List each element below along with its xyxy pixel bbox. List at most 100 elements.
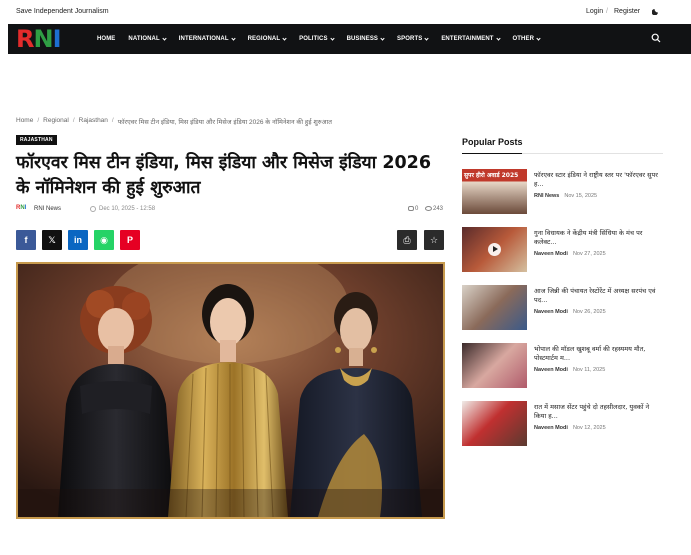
bookmark-button[interactable]: ☆ [424, 230, 444, 250]
popular-post-thumbnail[interactable] [462, 401, 527, 446]
popular-post-date: Nov 15, 2025 [564, 193, 598, 199]
register-link[interactable]: Register [614, 8, 640, 15]
nav-item-business[interactable]: BUSINESS [346, 35, 385, 42]
nav-item-national[interactable]: NATIONAL [128, 35, 167, 42]
popular-post-author[interactable]: Naveen Modi [534, 309, 568, 315]
popular-post-title[interactable]: रात में मसाज सेंटर पहुंचे दो तहसीलदार, य… [534, 403, 662, 421]
article-hero-image [16, 262, 445, 519]
breadcrumb-separator: / [111, 117, 114, 124]
popular-post-title[interactable]: आज जिन्नी की पंचायत रेस्टोरेंट में अध्यक… [534, 287, 662, 305]
popular-post-thumbnail[interactable] [462, 343, 527, 388]
star-icon: ☆ [429, 234, 439, 245]
comment-icon [408, 206, 414, 211]
nav-menu: HOME NATIONAL INTERNATIONAL REGIONAL POLITIC… [97, 24, 553, 54]
nav-item-label: BUSINESS [346, 36, 379, 42]
pinterest-icon: P [126, 235, 133, 245]
popular-post-author[interactable]: Naveen Modi [534, 367, 568, 373]
popular-post-date: Nov 26, 2025 [572, 309, 606, 315]
popular-post-title[interactable]: गुना विधायक ने केंद्रीय मंत्री सिंधिया क… [534, 229, 662, 247]
logo-letter-i: I [52, 25, 62, 53]
breadcrumb-current: फॉरएवर मिस टीन इंडिया, मिस इंडिया और मिस… [117, 119, 332, 126]
article-meta: RNI RNI News Dec 10, 2025 - 12:58 0 243 [16, 205, 446, 215]
breadcrumb-link[interactable]: Home [16, 117, 33, 126]
nav-item-regional[interactable]: REGIONAL [247, 35, 287, 42]
breadcrumb-link[interactable]: Rajasthan [79, 117, 108, 126]
tagline-link[interactable]: Save Independent Journalism [16, 8, 109, 15]
hero-illustration [18, 264, 443, 517]
chevron-down-icon [380, 35, 385, 41]
clock-icon [90, 206, 96, 212]
site-logo[interactable]: RNI [16, 27, 74, 51]
popular-post-title[interactable]: फॉरएवर स्टार इंडिया ने राष्ट्रीय स्तर पर… [534, 171, 662, 189]
popular-post-title[interactable]: भोपाल की मॉडल खुशबू वर्मा की रहस्यमय मौत… [534, 345, 662, 363]
login-link[interactable]: Login [586, 8, 603, 15]
nav-item-home[interactable]: HOME [97, 36, 115, 42]
breadcrumb-separator: / [37, 117, 40, 124]
chevron-down-icon [162, 35, 167, 41]
popular-post-thumbnail[interactable] [462, 227, 527, 272]
share-linkedin-button[interactable]: in [68, 230, 88, 250]
popular-post-meta: Naveen Modi Nov 26, 2025 [534, 309, 606, 315]
popular-posts-title: Popular Posts [462, 137, 523, 147]
popular-posts-divider [462, 153, 663, 154]
nav-item-label: ENTERTAINMENT [441, 36, 494, 42]
nav-item-label: HOME [97, 36, 116, 42]
nav-item-international[interactable]: INTERNATIONAL [178, 35, 236, 42]
login-register-separator: / [606, 8, 608, 15]
chevron-down-icon [282, 35, 287, 41]
nav-item-entertainment[interactable]: ENTERTAINMENT [441, 35, 501, 42]
chevron-down-icon [424, 35, 429, 41]
share-buttons: f 𝕏in ◉ P [16, 230, 146, 250]
whatsapp-icon: ◉ [100, 234, 108, 245]
popular-post-meta: RNI News Nov 15, 2025 [534, 193, 597, 199]
publish-date: Dec 10, 2025 - 12:58 [99, 206, 156, 212]
nav-item-label: POLITICS [299, 36, 328, 42]
chevron-down-icon [231, 35, 236, 41]
popular-post-thumbnail[interactable]: सुपर हीरो अवार्ड 2025 [462, 169, 527, 214]
popular-post-date: Nov 11, 2025 [572, 367, 606, 373]
top-utility-bar: Save Independent Journalism Login / Regi… [0, 0, 691, 24]
popular-post-author[interactable]: Naveen Modi [534, 251, 568, 257]
nav-item-label: REGIONAL [247, 36, 281, 42]
nav-item-label: INTERNATIONAL [178, 36, 229, 42]
popular-post-item[interactable]: गुना विधायक ने केंद्रीय मंत्री सिंधिया क… [462, 227, 663, 272]
popular-post-item[interactable]: रात में मसाज सेंटर पहुंचे दो तहसीलदार, य… [462, 401, 663, 446]
eye-icon [425, 206, 432, 211]
share-x-button[interactable]: 𝕏 [42, 230, 62, 250]
play-icon[interactable] [488, 243, 501, 256]
share-facebook-button[interactable]: f [16, 230, 36, 250]
popular-post-date: Nov 27, 2025 [572, 251, 606, 257]
nav-item-politics[interactable]: POLITICS [299, 35, 335, 42]
share-pinterest-button[interactable]: P [120, 230, 140, 250]
popular-post-meta: Naveen Modi Nov 11, 2025 [534, 367, 605, 373]
breadcrumb-link[interactable]: Regional [43, 117, 69, 126]
popular-post-item[interactable]: सुपर हीरो अवार्ड 2025 फॉरएवर स्टार इंडिया… [462, 169, 663, 214]
nav-item-other[interactable]: OTHER [513, 35, 541, 42]
nav-item-sports[interactable]: SPORTS [397, 35, 429, 42]
nav-item-label: NATIONAL [128, 36, 160, 42]
comment-count[interactable]: 0 [415, 206, 418, 212]
popular-post-author[interactable]: RNI News [534, 193, 559, 199]
moon-icon[interactable] [652, 7, 660, 15]
breadcrumb-separator: / [72, 117, 75, 124]
view-count: 243 [433, 206, 444, 212]
popular-post-item[interactable]: आज जिन्नी की पंचायत रेस्टोरेंट में अध्यक… [462, 285, 663, 330]
linkedin-icon: in [74, 235, 82, 245]
popular-post-meta: Naveen Modi Nov 12, 2025 [534, 425, 606, 431]
logo-letter-r: R [16, 25, 35, 53]
popular-post-author[interactable]: Naveen Modi [534, 425, 568, 431]
facebook-icon: f [24, 235, 28, 245]
author-avatar: RNI [16, 205, 27, 211]
share-whatsapp-button[interactable]: ◉ [94, 230, 114, 250]
category-badge[interactable]: RAJASTHAN [16, 135, 57, 145]
search-icon[interactable] [651, 33, 661, 43]
x-icon: 𝕏 [48, 234, 56, 245]
main-navbar: RNI HOME NATIONAL INTERNATIONAL REGIONAL POL… [8, 24, 691, 54]
popular-post-item[interactable]: भोपाल की मॉडल खुशबू वर्मा की रहस्यमय मौत… [462, 343, 663, 388]
print-button[interactable]: ⎙ [397, 230, 417, 250]
thumbnail-overlay-text: सुपर हीरो अवार्ड 2025 [464, 172, 519, 179]
printer-icon: ⎙ [403, 234, 411, 245]
author-name[interactable]: RNI News [34, 206, 61, 212]
popular-post-thumbnail[interactable] [462, 285, 527, 330]
popular-post-date: Nov 12, 2025 [572, 425, 606, 431]
